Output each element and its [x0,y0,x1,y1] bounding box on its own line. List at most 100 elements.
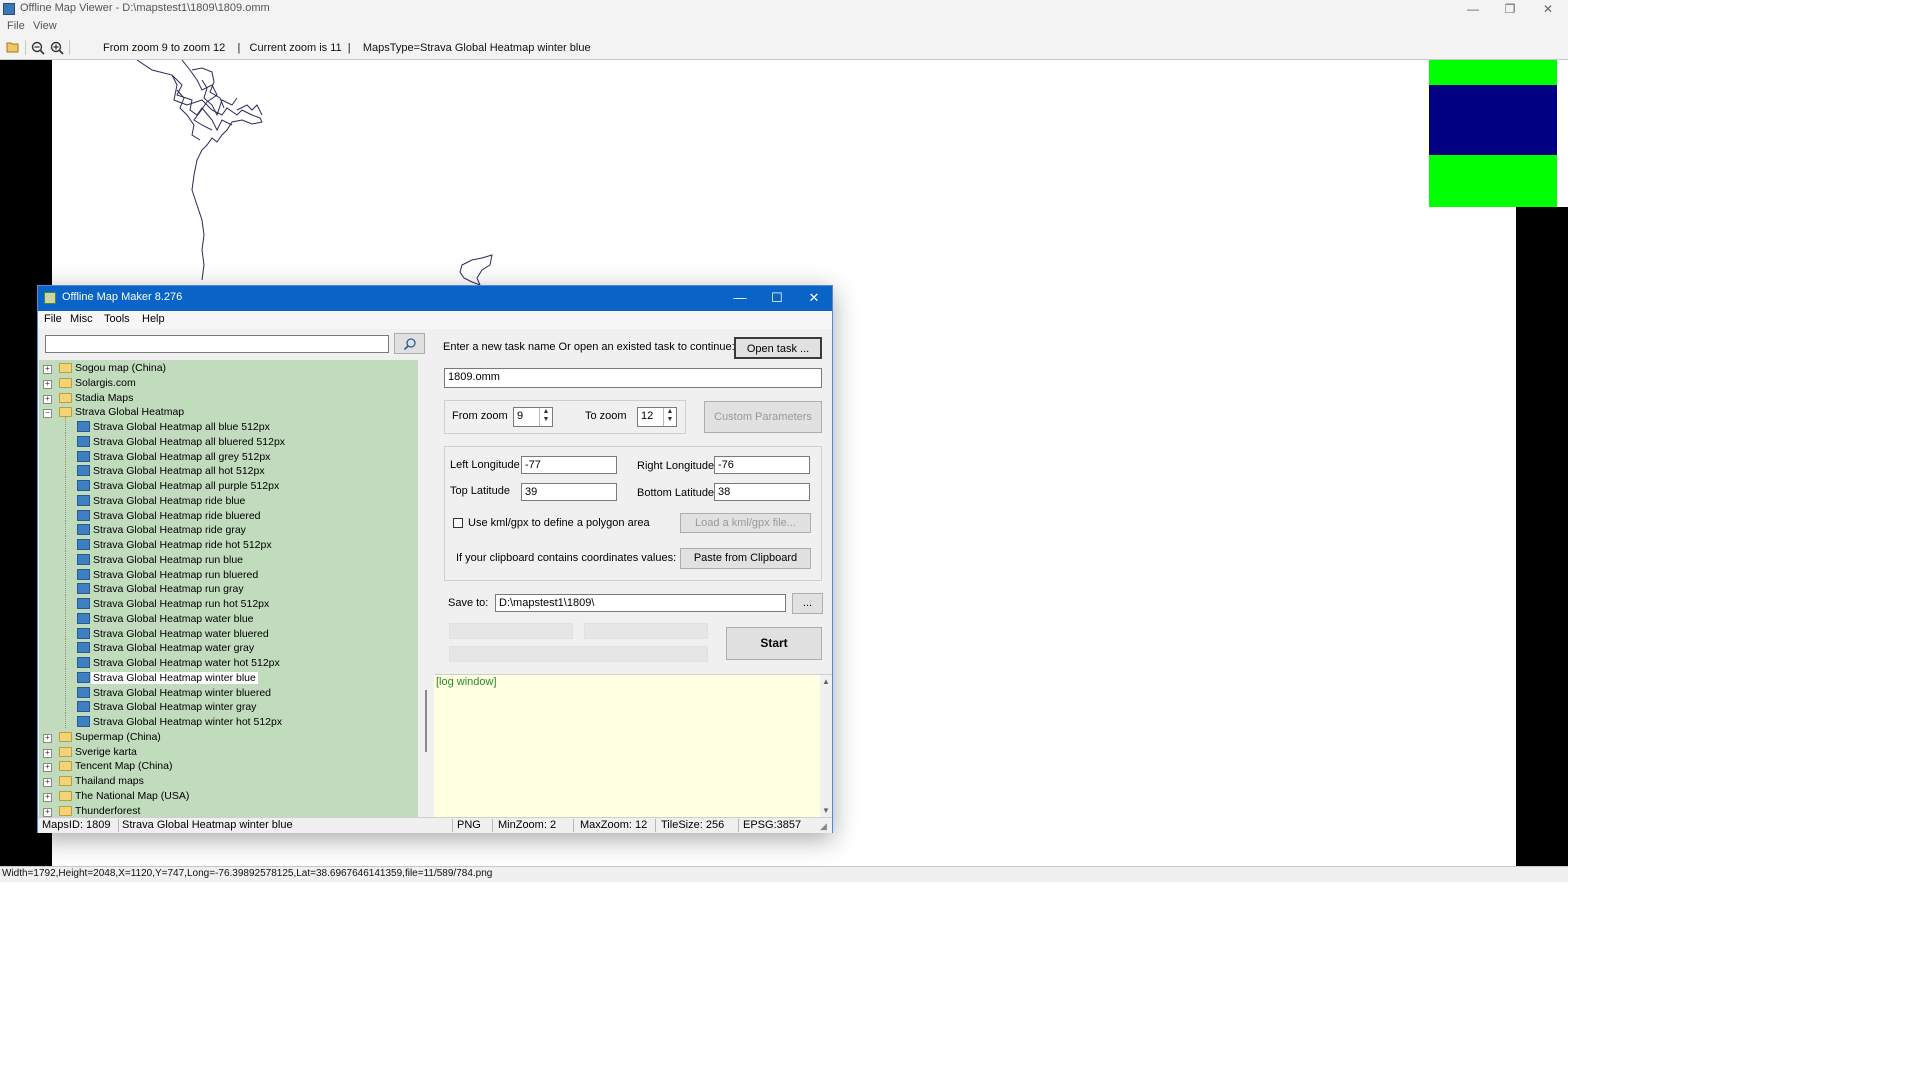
tree-map-item[interactable]: Strava Global Heatmap run gray [39,579,418,597]
expand-icon[interactable]: + [43,379,52,389]
kml-checkbox-label: Use kml/gpx to define a polygon area [468,517,650,529]
load-kml-button[interactable]: Load a kml/gpx file... [680,513,811,533]
maximize-button[interactable]: ☐ [759,286,795,311]
tree-map-item[interactable]: Strava Global Heatmap winter bluered [39,682,418,701]
tree-scrollbar[interactable] [423,360,432,817]
tree-map-item[interactable]: Strava Global Heatmap ride gray [39,520,418,538]
expand-icon[interactable]: + [43,748,52,758]
close-button[interactable]: ✕ [1530,0,1566,19]
top-latitude-input[interactable]: 39 [521,483,617,501]
task-name-input[interactable]: 1809.omm [444,368,822,388]
tree-folder-item[interactable]: + Thunderforest [39,805,418,818]
expand-icon[interactable]: + [43,394,52,404]
left-longitude-input[interactable]: -77 [521,456,617,474]
close-button[interactable]: ✕ [796,286,832,311]
tree-map-item[interactable]: Strava Global Heatmap all blue 512px [39,417,418,435]
tree-map-item[interactable]: Strava Global Heatmap water gray [39,638,418,656]
menu-file[interactable]: File [7,20,25,32]
tree-connector-line [65,520,66,536]
open-task-button[interactable]: Open task ... [734,337,822,359]
expand-icon[interactable]: + [43,778,52,787]
scrollbar-thumb[interactable] [425,690,427,752]
tree-item-label: Tencent Map (China) [75,760,173,773]
scroll-up-icon[interactable]: ▲ [820,677,832,686]
zoom-out-icon[interactable] [31,41,45,55]
tree-map-item[interactable]: Strava Global Heatmap all bluered 512px [39,431,418,450]
menu-file[interactable]: File [44,313,62,325]
log-scrollbar[interactable]: ▲ ▼ [820,675,832,817]
collapse-icon[interactable]: − [43,409,52,419]
tree-map-item[interactable]: Strava Global Heatmap water blue [39,608,418,627]
map-search-input[interactable] [45,335,389,353]
expand-icon[interactable]: + [43,763,52,773]
tree-connector-line [65,535,66,551]
custom-parameters-button[interactable]: Custom Parameters [704,401,822,433]
tree-map-item[interactable]: Strava Global Heatmap run blue [39,549,418,568]
tree-folder-item[interactable]: − Strava Global Heatmap [39,406,418,420]
tree-folder-item[interactable]: + Sogou map (China) [39,362,418,376]
expand-icon[interactable]: + [43,792,52,802]
folder-icon [59,392,72,403]
open-folder-icon[interactable] [6,41,20,55]
tree-folder-item[interactable]: + Tencent Map (China) [39,760,418,774]
tree-map-item[interactable]: Strava Global Heatmap winter hot 512px [39,712,418,730]
app-icon [3,3,15,15]
tree-map-item[interactable]: Strava Global Heatmap winter gray [39,697,418,715]
tree-map-item[interactable]: Strava Global Heatmap run bluered [39,564,418,583]
tree-item-label: Strava Global Heatmap all hot 512px [93,465,265,478]
start-button[interactable]: Start [726,627,822,660]
tree-folder-item[interactable]: + Solargis.com [39,377,418,391]
menu-help[interactable]: Help [142,313,165,325]
menu-misc[interactable]: Misc [70,313,93,325]
omm-titlebar[interactable]: Offline Map Maker 8.276 — ☐ ✕ [38,286,832,311]
zoom-in-icon[interactable] [50,41,64,55]
tree-map-item[interactable]: Strava Global Heatmap all grey 512px [39,446,418,465]
clipboard-prompt-label: If your clipboard contains coordinates v… [456,552,677,564]
save-path-input[interactable]: D:\mapstest1\1809\ [495,594,786,612]
tree-item-label: Solargis.com [75,376,136,389]
minimize-button[interactable]: — [1455,0,1491,19]
tree-map-item[interactable]: Strava Global Heatmap all purple 512px [39,476,418,494]
tree-map-item[interactable]: Strava Global Heatmap ride bluered [39,505,418,524]
log-window[interactable]: [log window] ▲ ▼ [434,674,832,817]
tree-connector-line [65,476,66,492]
paste-from-clipboard-button[interactable]: Paste from Clipboard [680,548,811,569]
expand-icon[interactable]: + [43,807,52,817]
map-heatmap-traces [136,60,493,286]
tree-map-item[interactable]: Strava Global Heatmap water hot 512px [39,653,418,671]
search-button[interactable] [394,333,425,354]
tree-item-label: Strava Global Heatmap run blue [93,553,243,566]
restore-button[interactable]: ❐ [1492,0,1528,19]
expand-icon[interactable]: + [43,365,52,374]
map-tile-icon [77,598,90,609]
tree-item-label: Strava Global Heatmap run bluered [93,568,259,581]
bottom-latitude-input[interactable]: 38 [714,483,810,501]
minimize-button[interactable]: — [722,286,758,311]
tree-folder-item[interactable]: + Stadia Maps [39,392,418,406]
tree-map-item[interactable]: Strava Global Heatmap winter blue [39,667,418,686]
menu-view[interactable]: View [33,20,57,32]
tree-folder-item[interactable]: + The National Map (USA) [39,790,418,804]
right-longitude-input[interactable]: -76 [714,456,810,474]
spin-arrows-icon[interactable]: ▲ ▼ [663,408,676,426]
kml-checkbox[interactable] [453,518,463,528]
tree-folder-item[interactable]: + Sverige karta [39,746,418,760]
resize-grip-icon[interactable]: ◢ [820,821,827,832]
tree-map-item[interactable]: Strava Global Heatmap ride hot 512px [39,535,418,553]
menu-tools[interactable]: Tools [104,313,130,325]
spin-arrows-icon[interactable]: ▲ ▼ [539,408,552,426]
to-zoom-stepper[interactable]: 12 ▲ ▼ [637,407,677,427]
tree-map-item[interactable]: Strava Global Heatmap run hot 512px [39,594,418,612]
tree-connector-line [65,564,66,581]
scroll-down-icon[interactable]: ▼ [820,806,832,815]
expand-icon[interactable]: + [43,733,52,743]
tree-map-item[interactable]: Strava Global Heatmap water bluered [39,623,418,642]
tree-folder-item[interactable]: + Thailand maps [39,775,418,789]
map-source-tree[interactable]: + Sogou map (China) + Solargis.com + Stadia M… [39,360,418,817]
tree-map-item[interactable]: Strava Global Heatmap ride blue [39,490,418,509]
from-zoom-stepper[interactable]: 9 ▲ ▼ [513,407,553,427]
tree-map-item[interactable]: Strava Global Heatmap all hot 512px [39,461,418,479]
browse-button[interactable]: ... [792,593,823,614]
zoom-range-group: From zoom 9 ▲ ▼ To zoom 12 ▲ ▼ [444,400,686,434]
tree-folder-item[interactable]: + Supermap (China) [39,731,418,745]
